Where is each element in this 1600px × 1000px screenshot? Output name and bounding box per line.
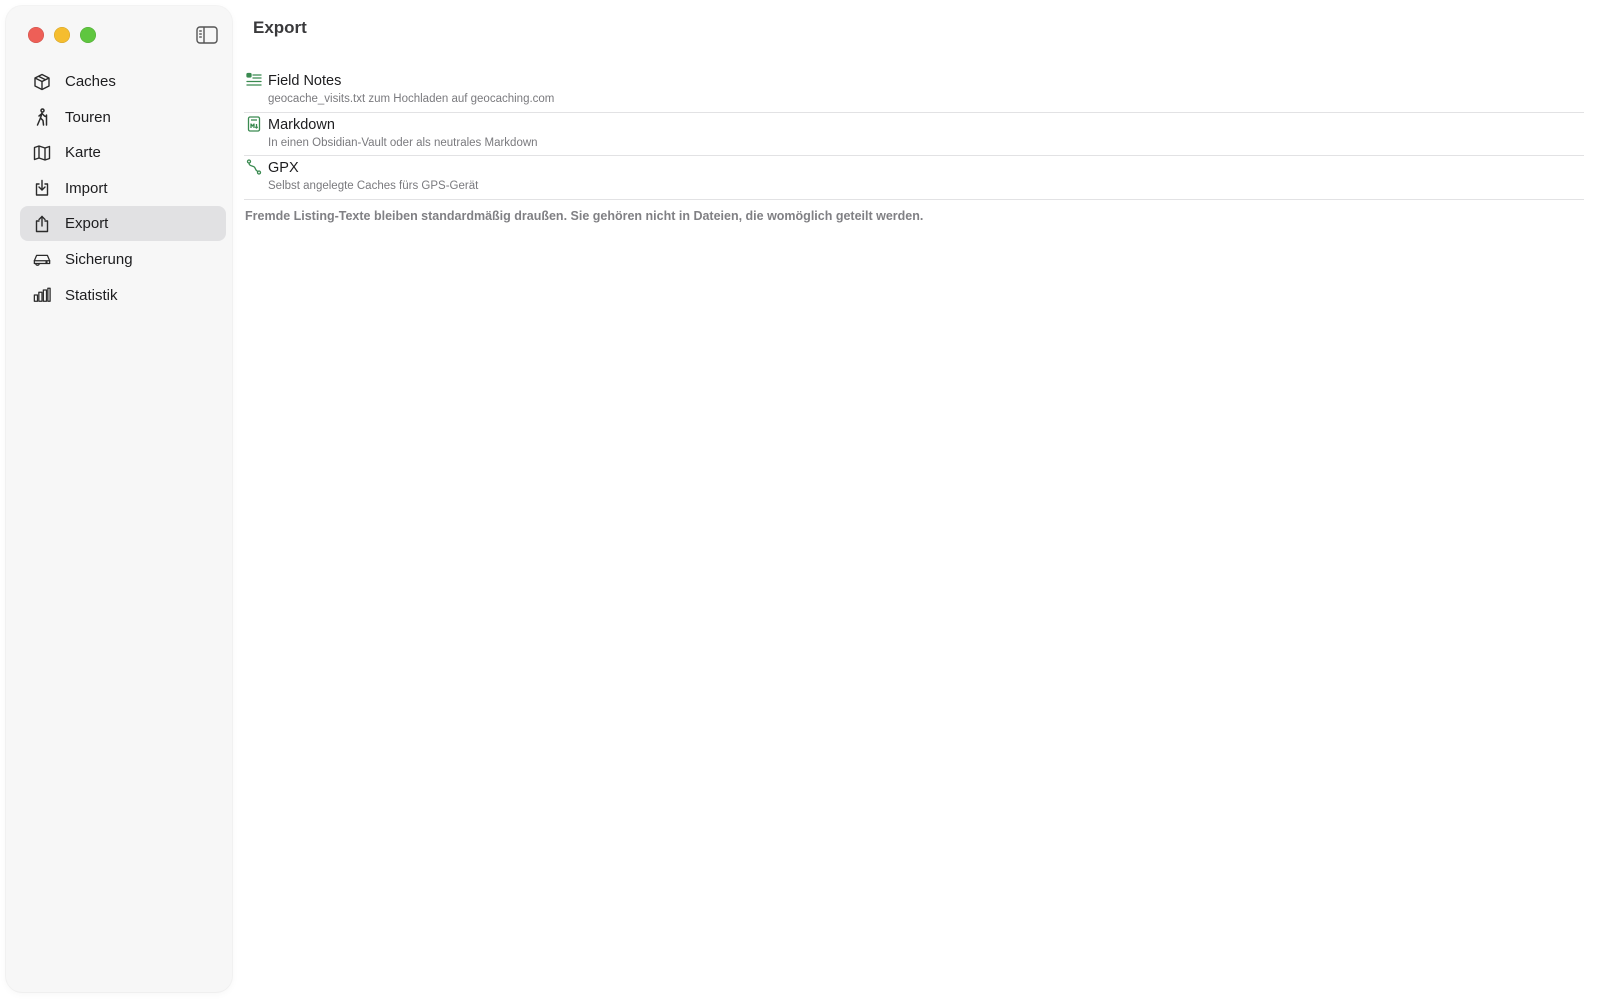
checklist-icon [246,72,264,90]
sidebar-item-label: Karte [65,144,101,162]
bar-chart-icon [32,285,52,305]
window-controls [28,27,96,43]
row-subtitle: geocache_visits.txt zum Hochladen auf ge… [268,93,555,105]
sidebar-item-import[interactable]: Import [20,171,226,206]
sidebar-toggle-icon [196,26,218,44]
sidebar-item-touren[interactable]: Touren [20,100,226,135]
sidebar-item-label: Statistik [65,286,118,304]
tray-in-icon [32,178,52,198]
backup-drive-icon [32,249,52,269]
hiker-icon [32,107,52,127]
export-option-gpx[interactable]: GPX Selbst angelegte Caches fürs GPS-Ger… [244,156,1584,200]
row-title: Markdown [268,116,335,133]
share-icon [32,214,52,234]
cube-icon [32,72,52,92]
map-icon [32,143,52,163]
app-window: Caches Touren Karte Import Export Sicher… [0,0,1600,1000]
close-window-button[interactable] [28,27,44,43]
sidebar-item-label: Export [65,215,109,233]
sidebar-item-label: Caches [65,73,116,90]
sidebar-toggle-button[interactable] [194,24,220,46]
export-option-markdown[interactable]: Markdown In einen Obsidian-Vault oder al… [244,113,1584,156]
sidebar-item-label: Import [65,179,108,197]
privacy-footnote: Fremde Listing-Texte bleiben standardmäß… [245,209,924,223]
sidebar-item-caches[interactable]: Caches [20,64,226,99]
sidebar-item-label: Touren [65,108,111,126]
markdown-doc-icon [246,115,264,134]
route-icon [246,159,264,177]
page-title: Export [253,18,307,37]
sidebar-item-export[interactable]: Export [20,206,226,242]
export-option-field-notes[interactable]: Field Notes geocache_visits.txt zum Hoch… [244,69,1584,113]
export-options-list: Field Notes geocache_visits.txt zum Hoch… [244,69,1584,200]
row-title: GPX [268,160,299,176]
row-subtitle: Selbst angelegte Caches fürs GPS-Gerät [268,180,479,192]
sidebar: Caches Touren Karte Import Export Sicher… [6,6,232,992]
main-content: Export Field Notes geocache_visits.txt z… [232,0,1600,1000]
sidebar-item-karte[interactable]: Karte [20,135,226,170]
zoom-window-button[interactable] [80,27,96,43]
sidebar-nav: Caches Touren Karte Import Export Sicher… [20,64,226,313]
sidebar-item-sicherung[interactable]: Sicherung [20,242,226,277]
row-subtitle: In einen Obsidian-Vault oder als neutral… [268,136,538,149]
sidebar-item-statistik[interactable]: Statistik [20,278,226,313]
sidebar-item-label: Sicherung [65,250,133,268]
row-title: Field Notes [268,73,342,89]
minimize-window-button[interactable] [54,27,70,43]
